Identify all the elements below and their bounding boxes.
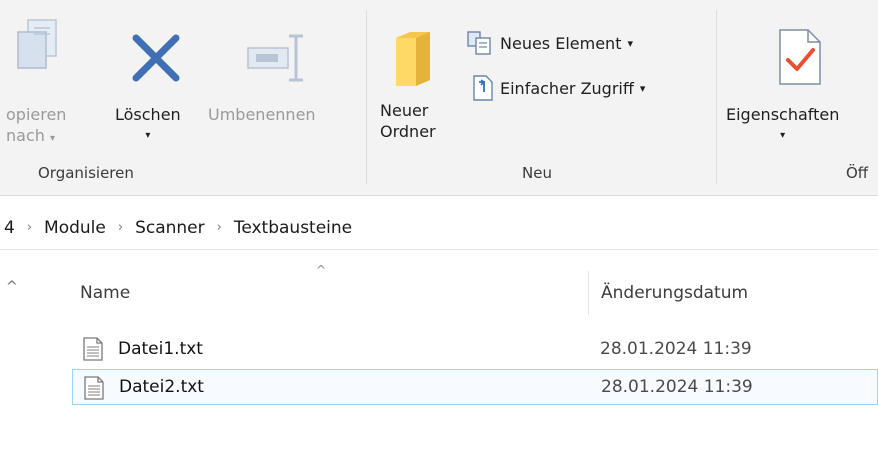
- copy-to-label-line2: nach: [6, 126, 45, 145]
- rename-label: Umbenennen: [208, 105, 316, 124]
- ribbon-separator: [366, 10, 367, 184]
- new-folder-label-line1: Neuer: [380, 101, 429, 120]
- new-item-label: Neues Element: [500, 33, 622, 53]
- ribbon: opieren nach ▾ Löschen ▾ Umbenennen Orga…: [0, 0, 878, 196]
- chevron-down-icon: ▾: [49, 133, 56, 144]
- new-folder-button[interactable]: Neuer Ordner: [380, 100, 436, 142]
- group-label-oeffnen: Öff: [846, 164, 869, 182]
- breadcrumb-item-root[interactable]: 4: [4, 218, 15, 238]
- file-date: 28.01.2024 11:39: [600, 339, 752, 359]
- table-row[interactable]: Datei1.txt 28.01.2024 11:39: [72, 331, 878, 367]
- chevron-right-icon[interactable]: ›: [118, 220, 123, 235]
- breadcrumb: 4 › Module › Scanner › Textbausteine: [0, 206, 878, 250]
- column-header-name[interactable]: Name: [80, 283, 130, 303]
- delete-x-icon: [130, 32, 182, 88]
- easy-access-button[interactable]: Einfacher Zugriff ▾: [470, 74, 645, 102]
- table-row-selected[interactable]: Datei2.txt 28.01.2024 11:39: [72, 369, 878, 405]
- group-label-neu: Neu: [522, 164, 552, 182]
- file-list: ^ ^ Name Änderungsdatum Datei1.txt 28.01…: [0, 251, 878, 463]
- file-date: 28.01.2024 11:39: [601, 377, 753, 397]
- sort-ascending-icon: ^: [316, 263, 327, 277]
- scroll-up-icon[interactable]: ^: [6, 279, 18, 295]
- properties-label: Eigenschaften: [726, 105, 840, 124]
- chevron-down-icon: ▾: [639, 81, 646, 95]
- new-folder-label-line2: Ordner: [380, 122, 436, 141]
- rename-button[interactable]: Umbenennen: [208, 104, 316, 125]
- file-name: Datei2.txt: [119, 377, 204, 397]
- text-file-icon: [83, 337, 103, 361]
- copy-to-button[interactable]: opieren nach ▾: [6, 104, 66, 149]
- copy-to-label-line1: opieren: [6, 105, 67, 124]
- new-item-icon: [467, 31, 491, 55]
- properties-check-icon: [776, 26, 824, 92]
- delete-button[interactable]: Löschen ▾: [115, 104, 181, 146]
- chevron-right-icon[interactable]: ›: [27, 220, 32, 235]
- new-item-button[interactable]: Neues Element ▾: [466, 30, 633, 56]
- properties-button[interactable]: Eigenschaften ▾: [726, 104, 839, 146]
- chevron-down-icon: ▾: [145, 130, 151, 141]
- breadcrumb-item-scanner[interactable]: Scanner: [135, 218, 205, 238]
- chevron-right-icon[interactable]: ›: [217, 220, 222, 235]
- rename-icon: [244, 30, 310, 90]
- breadcrumb-item-module[interactable]: Module: [44, 218, 106, 238]
- copy-to-icon: [14, 18, 64, 80]
- file-name: Datei1.txt: [118, 339, 203, 359]
- easy-access-icon: [473, 75, 493, 101]
- chevron-down-icon: ▾: [627, 36, 633, 50]
- chevron-down-icon: ▾: [780, 130, 786, 141]
- breadcrumb-item-textbausteine[interactable]: Textbausteine: [234, 218, 352, 238]
- delete-label: Löschen: [115, 105, 181, 124]
- group-label-organisieren: Organisieren: [38, 164, 134, 182]
- folder-icon: [392, 28, 434, 92]
- column-divider[interactable]: [588, 271, 589, 315]
- easy-access-label: Einfacher Zugriff: [500, 78, 634, 98]
- column-header-date[interactable]: Änderungsdatum: [601, 283, 748, 303]
- text-file-icon: [84, 376, 104, 400]
- ribbon-separator: [716, 10, 717, 184]
